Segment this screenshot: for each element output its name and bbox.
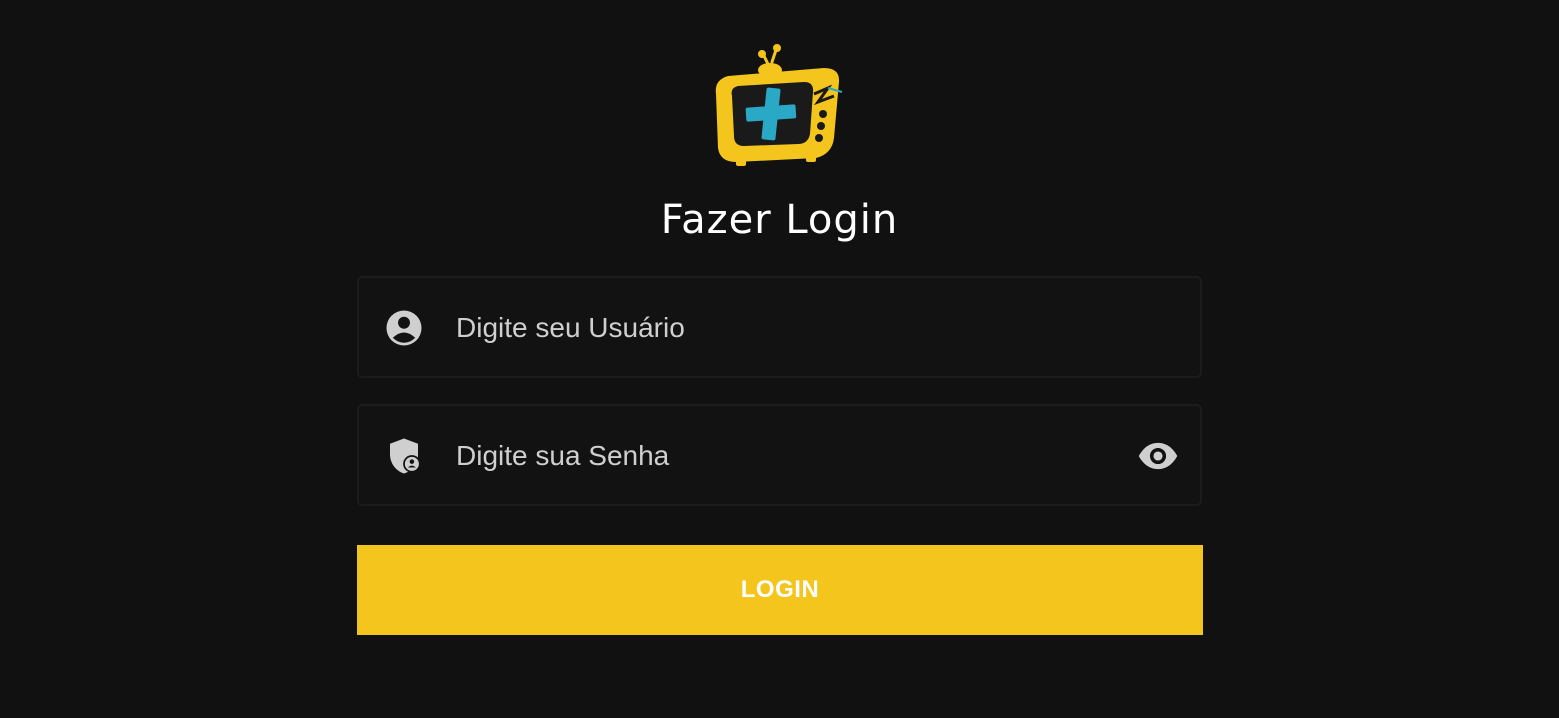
password-field[interactable]: Digite sua Senha — [357, 404, 1202, 506]
username-placeholder[interactable]: Digite seu Usuário — [456, 278, 685, 378]
shield-account-icon — [383, 435, 425, 477]
account-circle-icon — [383, 307, 425, 349]
app-logo — [706, 42, 850, 170]
password-placeholder[interactable]: Digite sua Senha — [456, 406, 669, 506]
login-button[interactable]: LOGIN — [357, 545, 1203, 635]
tv-plus-logo-icon — [715, 44, 843, 166]
eye-icon[interactable] — [1136, 435, 1180, 477]
username-field[interactable]: Digite seu Usuário — [357, 276, 1202, 378]
page-title: Fazer Login — [660, 197, 899, 243]
